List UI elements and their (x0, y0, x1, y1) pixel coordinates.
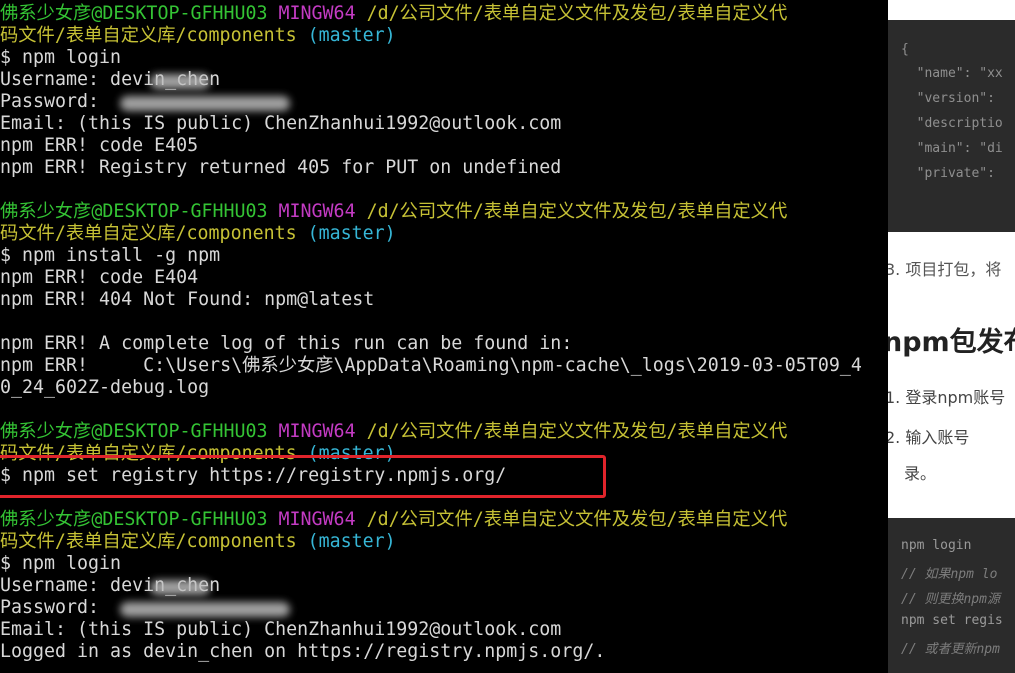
redaction-blur (150, 74, 210, 89)
prompt-path: 码文件/表单自定义库/components (0, 531, 297, 552)
output-line: Email: (this IS public) ChenZhanhui1992@… (0, 619, 562, 640)
prompt-line: 佛系少女彦@DESKTOP-GFHHU03 MINGW64 /d/公司文件/表单… (0, 201, 787, 223)
output-line: Email: (this IS public) ChenZhanhui1992@… (0, 113, 562, 134)
background-blog-page: { "name": "xx "version": "descriptio "ma… (880, 0, 1015, 673)
command-line: $ npm login (0, 47, 122, 68)
prompt-shell: MINGW64 (278, 421, 356, 442)
error-line: npm ERR! A complete log of this run can … (0, 333, 573, 354)
prompt-path: /d/公司文件/表单自定义文件及发包/表单自定义代 (366, 421, 788, 442)
code-line: { (901, 42, 909, 57)
prompt-shell: MINGW64 (278, 509, 356, 530)
prompt-user-host: 佛系少女彦@DESKTOP-GFHHU03 (0, 201, 268, 222)
prompt-path: 码文件/表单自定义库/components (0, 25, 297, 46)
prompt-branch: (master) (307, 531, 396, 552)
list-item: 1. 登录npm账号 (885, 388, 1006, 407)
prompt-shell: MINGW64 (278, 3, 356, 24)
prompt-user-host: 佛系少女彦@DESKTOP-GFHHU03 (0, 3, 268, 24)
list-item-continuation: 录。 (904, 464, 937, 483)
code-line: "main": "di (901, 141, 1003, 156)
code-line: "private": (901, 166, 995, 181)
error-line: npm ERR! 404 Not Found: npm@latest (0, 289, 375, 310)
section-heading: npm包发布 (883, 327, 1015, 358)
prompt-user-host: 佛系少女彦@DESKTOP-GFHHU03 (0, 509, 268, 530)
code-line: "version": (901, 91, 995, 106)
error-line: npm ERR! Registry returned 405 for PUT o… (0, 157, 562, 178)
prompt-line: 码文件/表单自定义库/components (master) (0, 531, 396, 553)
terminal-output[interactable]: 佛系少女彦@DESKTOP-GFHHU03 MINGW64 /d/公司文件/表单… (0, 0, 888, 673)
prompt-line: 佛系少女彦@DESKTOP-GFHHU03 MINGW64 /d/公司文件/表单… (0, 421, 787, 443)
code-line: npm login (901, 538, 972, 553)
prompt-path: /d/公司文件/表单自定义文件及发包/表单自定义代 (366, 3, 788, 24)
code-line: "name": "xx (901, 66, 1003, 81)
prompt-line: 码文件/表单自定义库/components (master) (0, 223, 396, 245)
redaction-blur (150, 580, 210, 595)
prompt-path: 码文件/表单自定义库/components (0, 223, 297, 244)
prompt-branch: (master) (307, 223, 396, 244)
prompt-path: /d/公司文件/表单自定义文件及发包/表单自定义代 (366, 201, 788, 222)
prompt-line: 佛系少女彦@DESKTOP-GFHHU03 MINGW64 /d/公司文件/表单… (0, 3, 787, 25)
redaction-blur (120, 602, 290, 617)
error-line: npm ERR! code E405 (0, 135, 199, 156)
npm-login-code-block: npm login // 如果npm lo // 则更换npm源 npm set… (883, 518, 1015, 673)
output-line: Password: (0, 597, 111, 618)
prompt-line: 码文件/表单自定义库/components (master) (0, 25, 396, 47)
output-line: Password: (0, 91, 111, 112)
code-line: "descriptio (901, 116, 1003, 131)
code-comment: // 如果npm lo (901, 567, 998, 582)
code-line: npm set regis (901, 613, 1003, 628)
error-line: 0_24_602Z-debug.log (0, 377, 210, 398)
list-item: 2. 输入账号 (885, 428, 970, 447)
redaction-blur (120, 96, 290, 111)
code-comment: // 则更换npm源 (901, 592, 1000, 607)
command-line: $ npm install -g npm (0, 245, 221, 266)
highlight-box (0, 455, 606, 498)
step-3-text: 3. 项目打包，将 (885, 260, 1002, 279)
prompt-branch: (master) (307, 25, 396, 46)
prompt-user-host: 佛系少女彦@DESKTOP-GFHHU03 (0, 421, 268, 442)
error-line: npm ERR! code E404 (0, 267, 199, 288)
package-json-code-block: { "name": "xx "version": "descriptio "ma… (883, 20, 1015, 232)
output-line: Logged in as devin_chen on https://regis… (0, 641, 606, 662)
error-line: npm ERR! C:\Users\佛系少女彦\AppData\Roaming\… (0, 355, 862, 376)
code-comment: // 或者更新npm (901, 642, 1000, 657)
prompt-line: 佛系少女彦@DESKTOP-GFHHU03 MINGW64 /d/公司文件/表单… (0, 509, 787, 531)
command-line: $ npm login (0, 553, 122, 574)
prompt-shell: MINGW64 (278, 201, 356, 222)
prompt-path: /d/公司文件/表单自定义文件及发包/表单自定义代 (366, 509, 788, 530)
